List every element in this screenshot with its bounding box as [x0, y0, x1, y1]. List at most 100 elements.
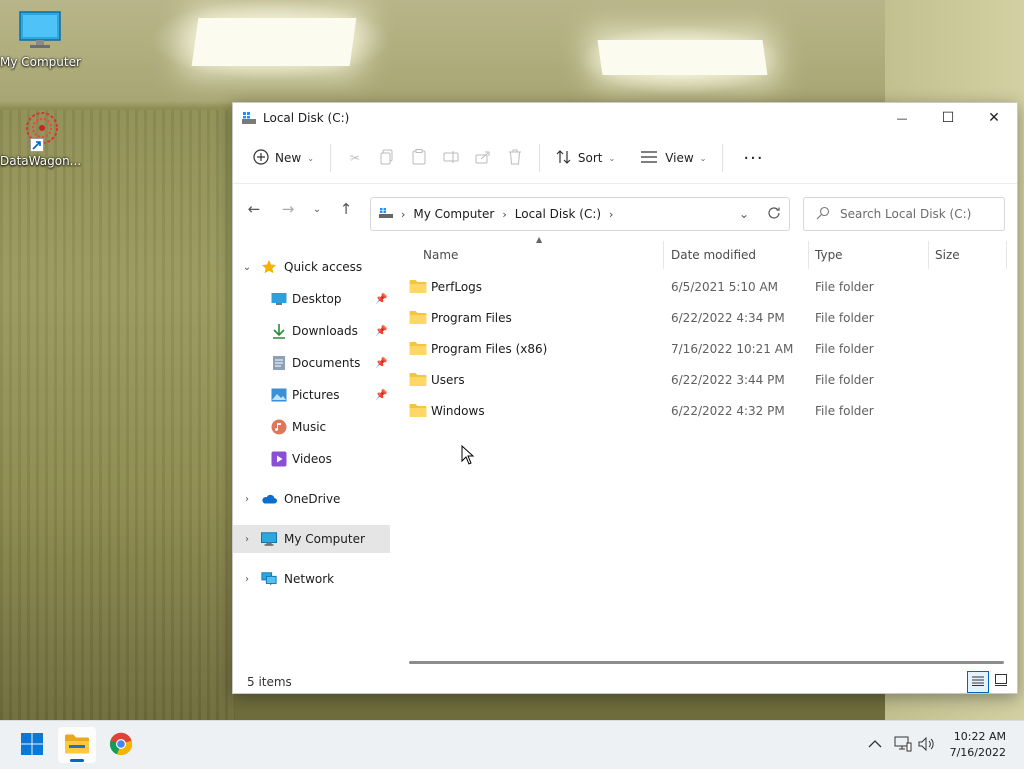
sort-button[interactable]: Sort ⌄: [548, 142, 623, 174]
back-button[interactable]: ←: [237, 194, 271, 224]
chevron-right-icon[interactable]: ›: [241, 534, 253, 545]
star-icon: [261, 259, 277, 275]
details-view-icon: [972, 675, 984, 689]
chevron-down-icon[interactable]: ⌄: [241, 262, 253, 273]
desktop-icon-datawagon[interactable]: DataWagon...: [0, 108, 81, 168]
cut-button[interactable]: ✂: [339, 142, 371, 174]
file-row[interactable]: PerfLogs 6/5/2021 5:10 AM File folder: [401, 273, 1001, 301]
ceiling-light: [191, 18, 357, 66]
maximize-icon: ☐: [941, 110, 955, 126]
file-row[interactable]: Program Files 6/22/2022 4:34 PM File fol…: [401, 304, 1001, 332]
column-header-size[interactable]: Size: [935, 241, 960, 269]
breadcrumb-local-disk[interactable]: Local Disk (C:): [515, 207, 601, 221]
sidebar-item-quick-access[interactable]: ⌄ Quick access: [233, 253, 390, 281]
file-row[interactable]: Program Files (x86) 7/16/2022 10:21 AM F…: [401, 335, 1001, 363]
network-icon: [261, 571, 277, 587]
sidebar-item-network[interactable]: › Network: [233, 565, 390, 593]
sort-icon: [556, 149, 572, 167]
sidebar-item-label: Quick access: [284, 260, 363, 274]
start-button[interactable]: [13, 727, 51, 763]
sidebar-item-music[interactable]: Music: [233, 413, 390, 441]
view-button[interactable]: View ⌄: [633, 142, 714, 174]
mouse-cursor-icon: [461, 444, 475, 468]
sidebar-item-pictures[interactable]: Pictures 📌: [233, 381, 390, 409]
share-button[interactable]: [467, 142, 499, 174]
show-hidden-icons-chevron-icon[interactable]: [868, 738, 882, 752]
search-box[interactable]: [803, 197, 1005, 231]
rename-button[interactable]: [435, 142, 467, 174]
sort-button-label: Sort: [577, 151, 603, 165]
drive-icon: [379, 207, 393, 222]
file-row[interactable]: Windows 6/22/2022 4:32 PM File folder: [401, 397, 1001, 425]
file-name: Windows: [431, 404, 485, 418]
new-button[interactable]: New ⌄: [245, 142, 322, 174]
file-explorer-window[interactable]: Local Disk (C:) — ☐ ✕ New ⌄ ✂ Sort ⌄ Vie…: [232, 102, 1018, 694]
folder-icon: [409, 372, 427, 389]
desktop-icon-my-computer[interactable]: My Computer: [0, 10, 81, 69]
network-status-icon[interactable]: [894, 736, 912, 755]
maximize-button[interactable]: ☐: [925, 103, 971, 133]
monitor-icon: [0, 10, 80, 53]
address-bar[interactable]: › My Computer › Local Disk (C:) › ⌄: [370, 197, 790, 231]
file-name: Program Files (x86): [431, 342, 548, 356]
search-input[interactable]: [838, 206, 992, 222]
copy-button[interactable]: [371, 142, 403, 174]
sidebar-item-documents[interactable]: Documents 📌: [233, 349, 390, 377]
large-icons-view-button[interactable]: [991, 671, 1011, 691]
column-divider[interactable]: [663, 241, 664, 269]
plus-circle-icon: [253, 148, 269, 168]
taskbar-clock[interactable]: 10:22 AM 7/16/2022: [950, 729, 1006, 761]
pin-icon: 📌: [375, 293, 388, 305]
taskbar-chrome[interactable]: [102, 727, 140, 763]
address-history-chevron-icon[interactable]: ⌄: [739, 207, 749, 221]
file-type: File folder: [815, 373, 874, 387]
paste-button[interactable]: [403, 142, 435, 174]
file-name: Program Files: [431, 311, 512, 325]
delete-button[interactable]: [499, 142, 531, 174]
forward-button[interactable]: →: [271, 194, 305, 224]
share-icon: [475, 150, 491, 167]
taskbar-file-explorer[interactable]: [58, 727, 96, 763]
file-list: ▲ Name Date modified Type Size PerfLogs …: [391, 233, 1016, 663]
arrow-left-icon: ←: [247, 200, 261, 218]
chevron-right-icon[interactable]: ›: [241, 494, 253, 505]
up-button[interactable]: ↑: [329, 194, 363, 224]
file-date: 6/22/2022 3:44 PM: [671, 373, 785, 387]
tiles-view-icon: [995, 673, 1007, 689]
chevron-right-icon[interactable]: ›: [241, 574, 253, 585]
sidebar-item-onedrive[interactable]: › OneDrive: [233, 485, 390, 513]
recent-locations-button[interactable]: ⌄: [305, 194, 329, 224]
column-divider[interactable]: [928, 241, 929, 269]
column-header-date-modified[interactable]: Date modified: [671, 241, 756, 269]
sidebar-item-videos[interactable]: Videos: [233, 445, 390, 473]
windows-logo-icon: [21, 732, 43, 758]
volume-icon[interactable]: [918, 736, 936, 754]
horizontal-scrollbar[interactable]: [409, 661, 1004, 664]
sidebar-item-label: Downloads: [292, 324, 358, 338]
minimize-button[interactable]: —: [879, 103, 925, 133]
close-button[interactable]: ✕: [971, 103, 1017, 133]
folder-icon: [409, 403, 427, 420]
sidebar-item-my-computer[interactable]: › My Computer: [233, 525, 390, 553]
column-header-type[interactable]: Type: [815, 241, 843, 269]
column-header-name[interactable]: Name: [423, 241, 458, 269]
breadcrumb-my-computer[interactable]: My Computer: [413, 207, 494, 221]
details-view-button[interactable]: [967, 671, 989, 693]
sidebar-item-desktop[interactable]: Desktop 📌: [233, 285, 390, 313]
file-type: File folder: [815, 311, 874, 325]
copy-icon: [380, 149, 394, 168]
folder-icon: [64, 733, 90, 758]
chevron-right-icon[interactable]: ›: [609, 208, 613, 221]
column-divider[interactable]: [1006, 241, 1007, 269]
videos-icon: [271, 451, 287, 467]
search-icon: [816, 206, 830, 223]
sidebar-item-downloads[interactable]: Downloads 📌: [233, 317, 390, 345]
arrow-up-icon: ↑: [339, 200, 353, 218]
wallpaper-texture: [0, 110, 235, 720]
title-bar[interactable]: Local Disk (C:) — ☐ ✕: [233, 103, 1017, 133]
column-divider[interactable]: [808, 241, 809, 269]
file-row[interactable]: Users 6/22/2022 3:44 PM File folder: [401, 366, 1001, 394]
more-options-button[interactable]: ···: [731, 148, 775, 169]
refresh-icon[interactable]: [767, 206, 781, 223]
drive-icon: [241, 111, 257, 125]
